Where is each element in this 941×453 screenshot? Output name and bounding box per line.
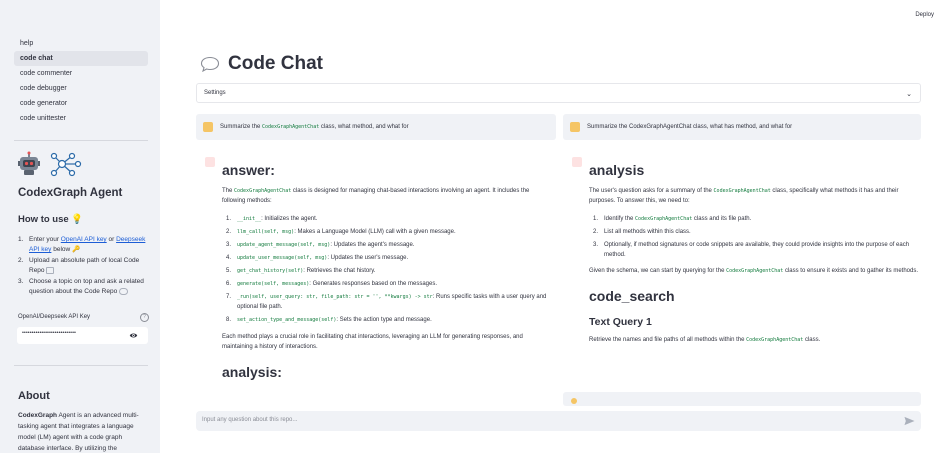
howto-step: 3. Choose a topic on top and ask a relat… <box>18 278 144 295</box>
step-text: below <box>51 246 71 253</box>
sidebar-nav: help code chat code commenter code debug… <box>14 36 148 126</box>
page-title: Code Chat <box>200 53 323 75</box>
method-item: 8. set_action_type_and_message(self): Set… <box>226 317 432 323</box>
methods-list: 1. __init__: Initializes the agent. 2. llm… <box>222 214 552 325</box>
howto-steps: 1. Enter your OpenAI API key or Deepseek… <box>18 235 150 298</box>
agent-logo-icon <box>18 151 82 177</box>
text-query-heading: Text Query 1 <box>589 316 652 328</box>
page-title-text: Code Chat <box>228 53 323 74</box>
lightbulb-icon: 💡 <box>71 214 84 225</box>
speech-bubble-icon <box>119 287 128 295</box>
api-key-label: OpenAI/Deepseek API Key <box>18 314 91 320</box>
step-text: Enter your <box>29 236 61 243</box>
user-message-right: Summarize the CodexGraphAgentChat class,… <box>563 114 921 140</box>
nav-item-code-commenter[interactable]: code commenter <box>14 66 148 81</box>
user-message-text: Summarize the CodexGraphAgentChat class,… <box>587 124 793 130</box>
inline-code: CodexGraphAgentChat <box>234 188 292 194</box>
analysis-heading: analysis: <box>222 364 282 380</box>
chevron-down-icon: ⌄ <box>906 91 912 98</box>
inline-code: CodexGraphAgentChat <box>726 268 784 274</box>
api-key-value: •••••••••••••••••••••••••••• <box>22 330 76 336</box>
method-item: 7. _run(self, user_query: str, file_path:… <box>226 294 547 310</box>
graph-network-icon <box>50 152 82 177</box>
analysis-intro: The user's question asks for a summary o… <box>589 188 899 204</box>
assistant-avatar-icon <box>572 157 582 167</box>
settings-expander[interactable]: Settings ⌄ <box>196 83 921 103</box>
nav-item-code-generator[interactable]: code generator <box>14 96 148 111</box>
assistant-avatar-icon <box>205 157 215 167</box>
method-item: 3. update_agent_message(self, msg): Updat… <box>226 242 415 248</box>
method-item: 4. update_user_message(self, msg): Update… <box>226 255 409 261</box>
nav-item-help[interactable]: help <box>14 36 148 51</box>
analysis-schema-text: Given the schema, we can start by queryi… <box>589 268 919 274</box>
api-key-input[interactable]: •••••••••••••••••••••••••••• <box>17 327 148 344</box>
about-bold: CodexGraph <box>18 412 58 419</box>
sidebar-divider <box>14 140 148 141</box>
user-message-text: Summarize the CodexGraphAgentChat class,… <box>220 124 409 130</box>
step-text: or <box>106 236 117 243</box>
user-message-left: Summarize the CodexGraphAgentChat class,… <box>196 114 556 140</box>
chat-input-placeholder: Input any question about this repo... <box>202 417 298 423</box>
method-item: 6. generate(self, messages): Generates re… <box>226 281 437 287</box>
howto-step: 1. Enter your OpenAI API key or Deepseek… <box>18 236 146 253</box>
nav-item-code-unittester[interactable]: code unittester <box>14 111 148 126</box>
analysis-heading: analysis <box>589 162 645 178</box>
speech-bubble-icon <box>200 56 220 72</box>
howto-step: 2. Upload an absolute path of local Code… <box>18 257 140 274</box>
code-search-heading: code_search <box>589 288 675 304</box>
answer-heading: answer: <box>222 162 275 178</box>
analysis-steps: 1. Identify the CodexGraphAgentChat class… <box>589 214 921 260</box>
user-avatar-icon <box>570 122 580 132</box>
sidebar: help code chat code commenter code debug… <box>0 0 160 453</box>
howto-title: How to use <box>18 214 69 225</box>
key-icon: 🔑 <box>72 246 81 253</box>
openai-api-key-link[interactable]: OpenAI API key <box>61 236 107 243</box>
robot-icon <box>18 151 40 175</box>
inline-code: CodexGraphAgentChat <box>713 188 771 194</box>
send-icon[interactable] <box>904 416 915 426</box>
howto-heading: How to use 💡 <box>18 214 83 225</box>
about-heading: About <box>18 390 50 402</box>
inline-code: CodexGraphAgentChat <box>746 337 804 343</box>
user-avatar-icon <box>203 122 213 132</box>
deploy-button[interactable]: Deploy <box>915 12 934 18</box>
method-item: 1. __init__: Initializes the agent. <box>226 216 318 222</box>
analysis-column: analysis The user's question asks for a … <box>589 152 921 397</box>
chat-input[interactable]: Input any question about this repo... <box>196 411 921 431</box>
agent-title: CodexGraph Agent <box>18 187 123 199</box>
help-icon[interactable]: ? <box>140 313 149 322</box>
analysis-step: 2. List all methods within this class. <box>593 229 691 235</box>
folder-icon <box>46 266 55 274</box>
method-item: 2. llm_call(self, msg): Makes a Language … <box>226 229 456 235</box>
assistant-avatar-icon <box>571 398 577 404</box>
eye-icon[interactable] <box>129 331 138 340</box>
analysis-step: 1. Identify the CodexGraphAgentChat class… <box>593 216 752 222</box>
nav-item-code-chat[interactable]: code chat <box>14 51 148 66</box>
next-message-container <box>563 392 921 406</box>
method-item: 5. get_chat_history(self): Retrieves the … <box>226 268 376 274</box>
query-text: Retrieve the names and file paths of all… <box>589 337 821 343</box>
settings-label: Settings <box>204 90 226 96</box>
inline-code: CodexGraphAgentChat <box>262 124 320 130</box>
sidebar-divider <box>14 365 148 366</box>
about-text: CodexGraph Agent is an advanced multi-ta… <box>18 410 148 453</box>
nav-item-code-debugger[interactable]: code debugger <box>14 81 148 96</box>
answer-summary: Each method plays a crucial role in faci… <box>222 334 523 350</box>
answer-intro: The CodexGraphAgentChat class is designe… <box>222 188 530 204</box>
analysis-step: 3. Optionally, if method signatures or co… <box>593 242 910 258</box>
answer-column: answer: The CodexGraphAgentChat class is… <box>222 152 552 397</box>
